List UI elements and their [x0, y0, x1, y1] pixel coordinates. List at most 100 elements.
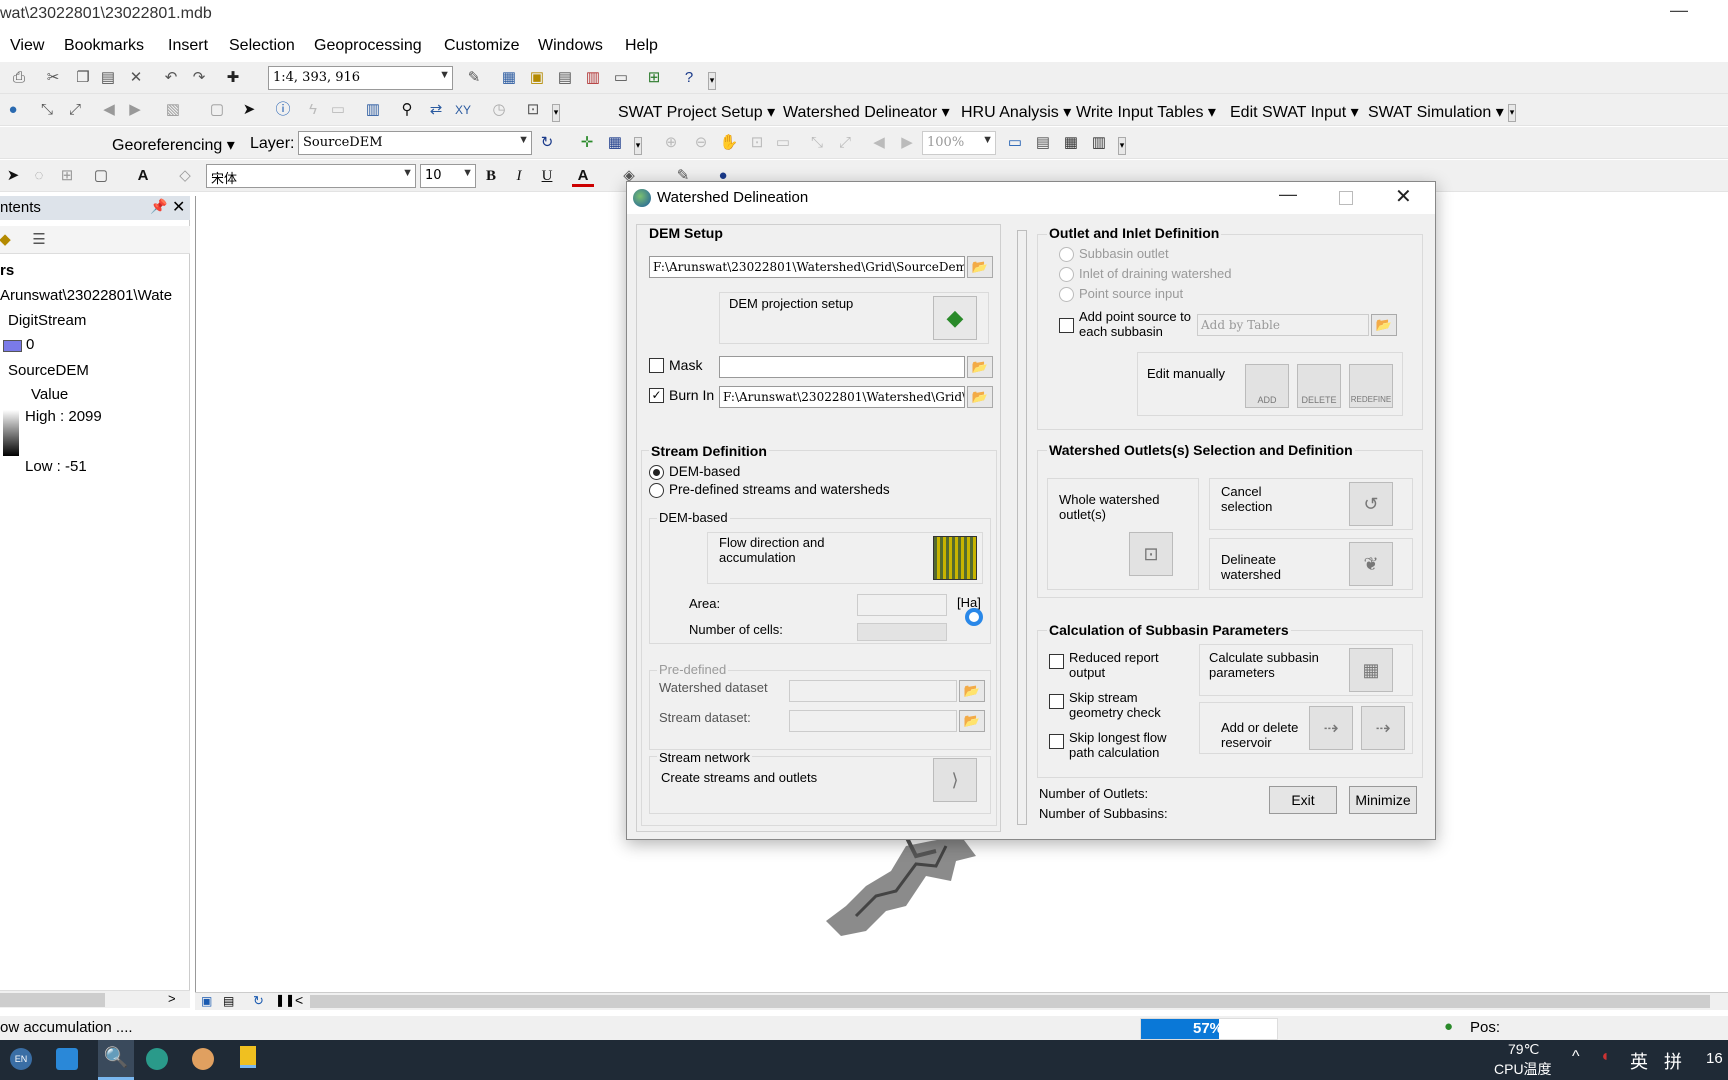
toc-window-icon[interactable]: ▦ — [498, 67, 520, 89]
reduced-report-checkbox[interactable] — [1049, 654, 1064, 669]
georeferencing-menu[interactable]: Georeferencing ▾ — [112, 135, 235, 155]
skip-longest-checkbox[interactable] — [1049, 734, 1064, 749]
edit-swat-input-menu[interactable]: Edit SWAT Input ▾ — [1230, 102, 1359, 122]
layout-back-icon[interactable]: ◀ — [868, 132, 890, 154]
select-pointer-icon[interactable]: ➤ — [2, 165, 24, 187]
language-icon[interactable]: EN — [10, 1048, 32, 1070]
hru-analysis-menu[interactable]: HRU Analysis ▾ — [961, 102, 1071, 122]
layout-forward-icon[interactable]: ▶ — [896, 132, 918, 154]
stream-dataset-field[interactable] — [789, 710, 957, 732]
identify-icon[interactable]: ⓘ — [272, 99, 294, 121]
close-icon[interactable]: ✕ — [172, 197, 185, 217]
zoom-100-icon[interactable]: ▭ — [772, 132, 794, 154]
arcmap-taskbar-icon[interactable]: 🔍 — [98, 1040, 134, 1080]
copy-icon[interactable]: ❐ — [72, 67, 94, 89]
ime-pinyin-indicator[interactable]: 拼 — [1664, 1048, 1682, 1074]
toggle-draft-mode-icon[interactable]: ▭ — [1004, 132, 1026, 154]
layout-zoom-out-icon[interactable]: ⊖ — [690, 132, 712, 154]
python-window-icon[interactable]: ▭ — [610, 67, 632, 89]
mask-checkbox[interactable] — [649, 358, 664, 373]
map-hscroll[interactable]: ▣ ▤ ↻ ❚❚ < — [195, 992, 1728, 1010]
clear-selection-icon[interactable]: ▢ — [206, 99, 228, 121]
fixed-zoom-out-layout-icon[interactable]: ⤢ — [834, 132, 856, 154]
subbasin-outlet-radio[interactable] — [1059, 247, 1074, 262]
back-arrow-icon[interactable]: ◀ — [98, 99, 120, 121]
globe-icon[interactable]: ● — [2, 99, 24, 121]
add-by-table-field[interactable]: Add by Table — [1197, 314, 1369, 336]
folder-icon[interactable]: 📂 — [959, 680, 985, 702]
toolbar-grip[interactable]: ▾ — [1508, 104, 1516, 122]
menu-insert[interactable]: Insert — [168, 37, 208, 55]
menu-customize[interactable]: Customize — [444, 37, 520, 55]
leaf-watershed-icon[interactable]: ❦ — [1349, 542, 1393, 586]
clock[interactable]: 16 — [1706, 1050, 1723, 1067]
add-reservoir-icon[interactable]: ⇢ — [1309, 706, 1353, 750]
folder-icon[interactable]: 📂 — [1371, 314, 1397, 336]
cut-icon[interactable]: ✂ — [42, 67, 64, 89]
layout-pan-icon[interactable]: ✋ — [718, 132, 740, 154]
rectangle-tool-icon[interactable]: ▢ — [90, 165, 112, 187]
exit-button[interactable]: Exit — [1269, 786, 1337, 814]
pause-drawing-icon[interactable]: ❚❚ — [275, 993, 295, 1007]
rotate-icon[interactable]: ↻ — [536, 132, 558, 154]
dem-path-field[interactable]: F:\Arunswat\23022801\Watershed\Grid\Sour… — [649, 256, 965, 278]
folder-icon[interactable]: 📂 — [959, 710, 985, 732]
redefine-outlet-button[interactable]: REDEFINE — [1349, 364, 1393, 408]
edge-browser-icon[interactable] — [146, 1048, 168, 1070]
toc-layer-sourcedem[interactable]: SourceDEM — [8, 362, 89, 379]
fixed-zoom-out-icon[interactable]: ⤢ — [64, 99, 86, 121]
whats-this-icon[interactable]: ? — [678, 67, 700, 89]
zoom-percent-combo[interactable]: 100% ▼ — [922, 131, 996, 155]
toc-workspace-path[interactable]: Arunswat\23022801\Wate — [0, 287, 190, 304]
watershed-delineator-menu[interactable]: Watershed Delineator ▾ — [783, 102, 950, 122]
menu-windows[interactable]: Windows — [538, 37, 603, 55]
folder-icon[interactable]: 📂 — [967, 256, 993, 278]
html-popup-icon[interactable]: ▭ — [327, 99, 349, 121]
toc-layer-digitstream[interactable]: DigitStream — [8, 312, 86, 329]
data-view-icon[interactable]: ▣ — [201, 994, 212, 1008]
mask-field[interactable] — [719, 356, 965, 378]
calc-params-icon[interactable]: ▦ — [1349, 648, 1393, 692]
search-window-icon[interactable]: ▤ — [554, 67, 576, 89]
font-size-combo[interactable]: 10 ▼ — [420, 164, 476, 188]
fixed-zoom-in-icon[interactable]: ⤡ — [36, 99, 58, 121]
layout-view-icon[interactable]: ▤ — [223, 994, 234, 1008]
arctoolbox-icon[interactable]: ▥ — [582, 67, 604, 89]
bold-button[interactable]: B — [480, 165, 502, 187]
underline-button[interactable]: U — [536, 165, 558, 187]
focus-data-frame-icon[interactable]: ▤ — [1032, 132, 1054, 154]
inlet-draining-radio[interactable] — [1059, 267, 1074, 282]
menu-bookmarks[interactable]: Bookmarks — [64, 37, 144, 55]
delete-outlet-button[interactable]: DELETE — [1297, 364, 1341, 408]
pin-icon[interactable]: 📌 — [150, 198, 167, 215]
editor-icon[interactable]: ✎ — [463, 67, 485, 89]
file-explorer-icon[interactable] — [240, 1046, 256, 1068]
undo-icon[interactable]: ↶ — [160, 67, 182, 89]
swat-project-setup-menu[interactable]: SWAT Project Setup ▾ — [618, 102, 775, 122]
time-slider-icon[interactable]: ◷ — [488, 99, 510, 121]
redo-icon[interactable]: ↷ — [188, 67, 210, 89]
scale-combo[interactable]: 1:4, 393, 916 ▼ — [268, 66, 453, 90]
fixed-zoom-in-layout-icon[interactable]: ⤡ — [806, 132, 828, 154]
data-driven-pages-icon[interactable]: ▥ — [1088, 132, 1110, 154]
catalog-icon[interactable]: ▣ — [526, 67, 548, 89]
map-projection-icon[interactable]: ◆ — [933, 296, 977, 340]
area-field[interactable] — [857, 594, 947, 616]
forward-arrow-icon[interactable]: ▶ — [124, 99, 146, 121]
add-data-icon[interactable]: ✚ — [222, 67, 244, 89]
menu-geoprocessing[interactable]: Geoprocessing — [314, 37, 422, 55]
edit-vertices-icon[interactable]: ◇ — [174, 165, 196, 187]
write-input-tables-menu[interactable]: Write Input Tables ▾ — [1076, 102, 1216, 122]
add-outlet-button[interactable]: ADD — [1245, 364, 1289, 408]
skip-geometry-checkbox[interactable] — [1049, 694, 1064, 709]
rotate-element-icon[interactable]: ◌ — [28, 165, 50, 187]
layout-zoom-in-icon[interactable]: ⊕ — [660, 132, 682, 154]
paste-icon[interactable]: ▤ — [97, 67, 119, 89]
map-scroll-thumb[interactable] — [310, 995, 1710, 1008]
select-features-icon[interactable]: ▧ — [162, 99, 184, 121]
list-by-source-icon[interactable]: ☰ — [28, 229, 50, 251]
dialog-minimize-icon[interactable]: — — [1279, 184, 1297, 205]
mail-app-icon[interactable] — [56, 1048, 78, 1070]
add-control-points-icon[interactable]: ✛ — [576, 132, 598, 154]
speaker-icon[interactable]: ◖ — [1600, 1048, 1610, 1066]
